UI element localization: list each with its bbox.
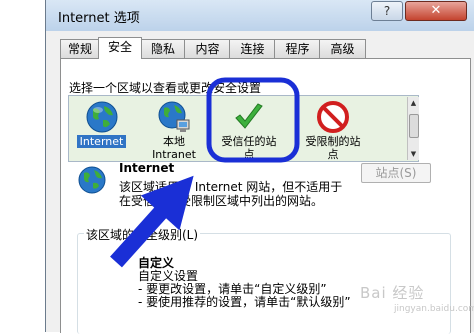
- title-bar[interactable]: Internet 选项 ? ✕: [46, 0, 474, 31]
- close-button[interactable]: ✕: [405, 1, 467, 21]
- tab-security[interactable]: 安全: [98, 37, 142, 59]
- zone-trusted-label-2: 点: [243, 148, 255, 161]
- tab-programs[interactable]: 程序: [274, 39, 321, 58]
- zone-intranet-label-1: 本地: [163, 135, 185, 148]
- tab-general[interactable]: 常规: [60, 39, 100, 58]
- checkmark-icon: [235, 103, 263, 129]
- watermark-url: jingyan.baidu.com: [394, 304, 474, 314]
- zone-internet[interactable]: Internet: [74, 96, 129, 161]
- zone-list-scrollbar[interactable]: ▲ ▼: [407, 97, 419, 160]
- watermark-brand: Bai 经验: [360, 284, 425, 302]
- intranet-icon: [158, 101, 190, 132]
- window-title: Internet 选项: [58, 11, 140, 26]
- sites-button[interactable]: 站点(S): [361, 163, 431, 183]
- zone-description: 该区域适用于 Internet 网站，但不适用于 在受信任和受限制区域中列出的网…: [119, 180, 349, 208]
- scroll-down-icon[interactable]: ▼: [408, 148, 419, 160]
- zone-trusted-label-1: 受信任的站: [221, 135, 277, 148]
- zone-prompt: 选择一个区域以查看或更改安全设置: [69, 81, 262, 95]
- tab-content[interactable]: 内容: [184, 39, 231, 58]
- level-desc-line-3: - 要使用推荐的设置，请单击“默认级别”: [138, 295, 351, 309]
- security-level-description: 自定义设置 - 要更改设置，请单击“自定义级别” - 要使用推荐的设置，请单击“…: [138, 270, 351, 309]
- zone-list: Internet 本地 Intranet 受信任的站 点 受限制的站 点 ▲ ▼: [68, 95, 419, 162]
- restricted-icon: [317, 101, 349, 133]
- zone-restricted-label-1: 受限制的站: [305, 135, 361, 148]
- selected-zone-title: Internet: [119, 161, 175, 175]
- zone-intranet-label-2: Intranet: [152, 148, 196, 161]
- zone-restricted-label-2: 点: [327, 148, 339, 161]
- security-level-caption: 该区域的安全级别(L): [84, 226, 201, 243]
- tab-connections[interactable]: 连接: [229, 39, 276, 58]
- globe-icon: [86, 101, 117, 133]
- scroll-up-icon[interactable]: ▲: [408, 97, 419, 109]
- help-button[interactable]: ?: [371, 1, 403, 21]
- tab-privacy[interactable]: 隐私: [140, 39, 186, 58]
- zone-trusted-sites[interactable]: 受信任的站 点: [209, 96, 289, 161]
- zone-local-intranet[interactable]: 本地 Intranet: [143, 96, 205, 161]
- zone-description-line-1: 该区域适用于 Internet 网站，但不适用于: [119, 180, 343, 194]
- tab-advanced[interactable]: 高级: [319, 39, 366, 58]
- scroll-thumb[interactable]: [409, 114, 419, 138]
- zone-description-line-2: 在受信任和受限制区域中列出的网站。: [119, 194, 324, 208]
- zone-internet-label: Internet: [74, 135, 129, 148]
- internet-zone-globe-icon: [78, 166, 106, 194]
- zone-restricted-sites[interactable]: 受限制的站 点: [293, 96, 373, 161]
